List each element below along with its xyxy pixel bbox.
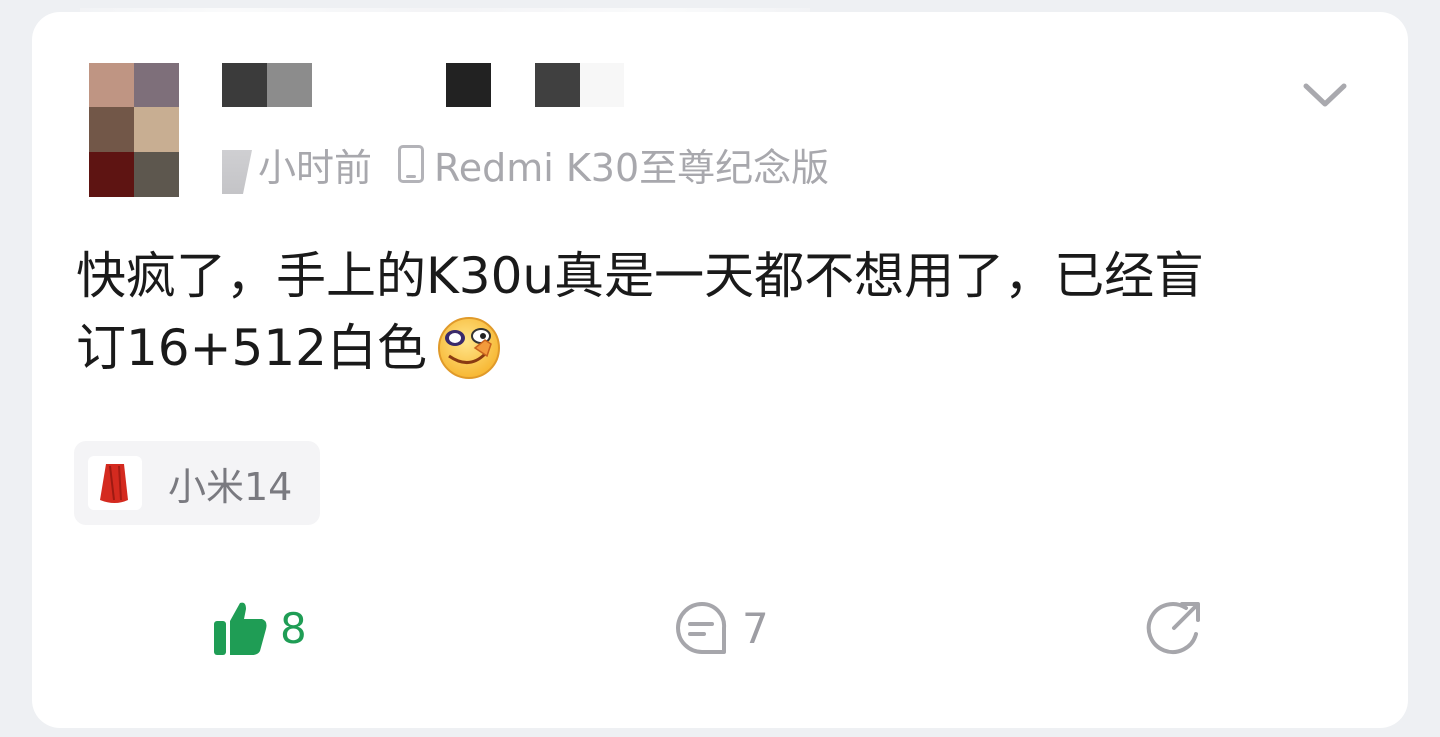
blurred-fragment [222,150,252,194]
comment-count: 7 [742,603,769,653]
red-fabric-thumbnail [88,456,142,510]
share-icon [1146,602,1200,655]
post-text-line-1: 快疯了，手上的K30u真是一天都不想用了，已经盲 [76,247,1205,305]
post-time: 小时前 [258,145,373,190]
device-name: Redmi K30至尊纪念版 [434,145,830,190]
like-count: 8 [280,603,307,653]
comment-button[interactable]: 7 [674,596,769,660]
post-text-line-2: 订16+512白色 [76,312,1366,386]
tag-label: 小米14 [168,464,293,509]
phone-icon [398,145,425,183]
share-button[interactable] [1144,596,1216,660]
thumbs-up-icon [214,602,267,655]
comment-icon [676,601,727,654]
smirk-face-emoji-icon [435,312,503,380]
author-name[interactable] [222,63,642,107]
like-button[interactable]: 8 [212,596,307,660]
chevron-down-icon[interactable] [1300,80,1350,110]
post-meta: 小时前 Redmi K30至尊纪念版 [222,138,830,194]
topic-tag[interactable]: 小米14 [74,441,320,525]
avatar[interactable] [89,63,179,197]
post-content[interactable]: 快疯了，手上的K30u真是一天都不想用了，已经盲 订16+512白色 [76,240,1366,386]
